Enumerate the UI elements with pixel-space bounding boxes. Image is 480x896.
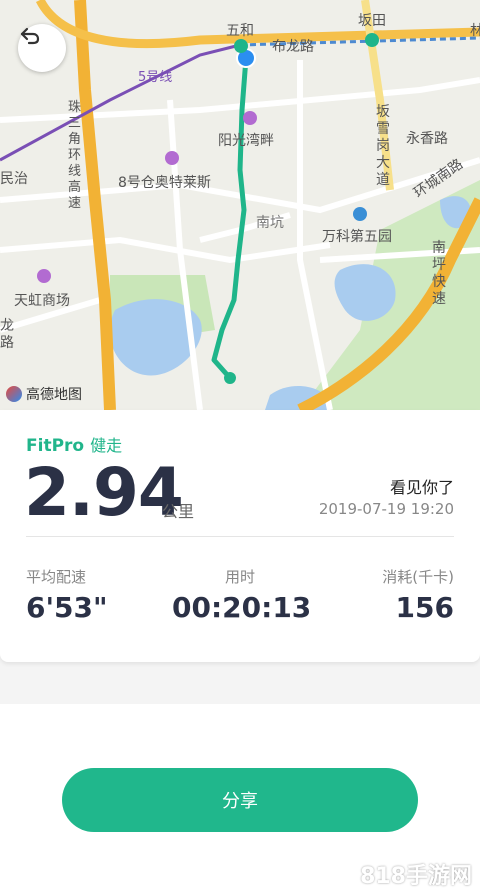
- stat-pace: 平均配速 6'53": [26, 566, 108, 624]
- map-label: 阳光湾畔: [218, 133, 274, 149]
- map-logo-text: 高德地图: [26, 387, 82, 403]
- stat-label: 平均配速: [26, 568, 87, 586]
- stat-duration: 用时 00:20:13: [172, 566, 312, 624]
- map-label: 万科第五园: [322, 229, 392, 245]
- workout-type: 健走: [90, 436, 123, 455]
- map-label: 坂田: [358, 13, 386, 29]
- map-label: 坂雪岗大道: [376, 104, 390, 188]
- map-label: 龙路: [0, 318, 14, 351]
- app-brand: FitPro 健走: [26, 432, 122, 456]
- map-label: 永香路: [406, 131, 448, 147]
- metro-station-icon: [234, 39, 248, 53]
- motto-text: 看见你了: [389, 478, 454, 497]
- divider: [26, 536, 454, 537]
- share-button[interactable]: 分享: [62, 768, 418, 832]
- amap-logo-icon: [6, 386, 22, 402]
- route-end-marker: [224, 372, 236, 384]
- brand-name: FitPro: [26, 436, 85, 456]
- stat-value: 156: [395, 591, 454, 624]
- distance-unit: 公里: [162, 502, 195, 521]
- watermark: 818手游网: [360, 864, 472, 889]
- map-label: 天虹商场: [14, 293, 70, 309]
- metro-station-icon: [365, 33, 379, 47]
- map-label: 南坑: [256, 215, 284, 231]
- map-label: 布龙路: [272, 39, 314, 55]
- stat-value: 6'53": [26, 591, 108, 624]
- shopping-poi-icon: [243, 111, 257, 125]
- map-label: 南坪快速: [432, 240, 446, 307]
- stat-value: 00:20:13: [172, 591, 312, 624]
- workout-datetime: 2019-07-19 19:20: [318, 500, 454, 518]
- stat-label: 消耗(千卡): [382, 568, 454, 586]
- map-label: 珠三角环线高速: [68, 100, 82, 211]
- shopping-poi-icon: [37, 269, 51, 283]
- residence-poi-icon: [353, 207, 367, 221]
- map-label: 8号仓奥特莱斯: [118, 175, 211, 191]
- back-arrow-icon: [20, 27, 40, 45]
- back-button[interactable]: [18, 24, 66, 72]
- stat-calories: 消耗(千卡) 156: [382, 566, 454, 624]
- map-label: 林: [470, 23, 480, 39]
- shopping-poi-icon: [165, 151, 179, 165]
- distance-value: 2.94: [24, 454, 184, 531]
- stat-label: 用时: [224, 568, 255, 586]
- map-label: 民治: [0, 171, 28, 187]
- map-label: 5号线: [138, 70, 173, 85]
- map-provider-logo: 高德地图: [6, 384, 82, 404]
- workout-summary-card: FitPro 健走 2.94 公里 看见你了 2019-07-19 19:20 平…: [0, 410, 480, 662]
- map-label: 五和: [226, 23, 254, 39]
- route-map[interactable]: 五和 坂田 布龙路 5号线 阳光湾畔 珠三角环线高速 8号仓奥特莱斯 坂雪岗大道…: [0, 0, 480, 410]
